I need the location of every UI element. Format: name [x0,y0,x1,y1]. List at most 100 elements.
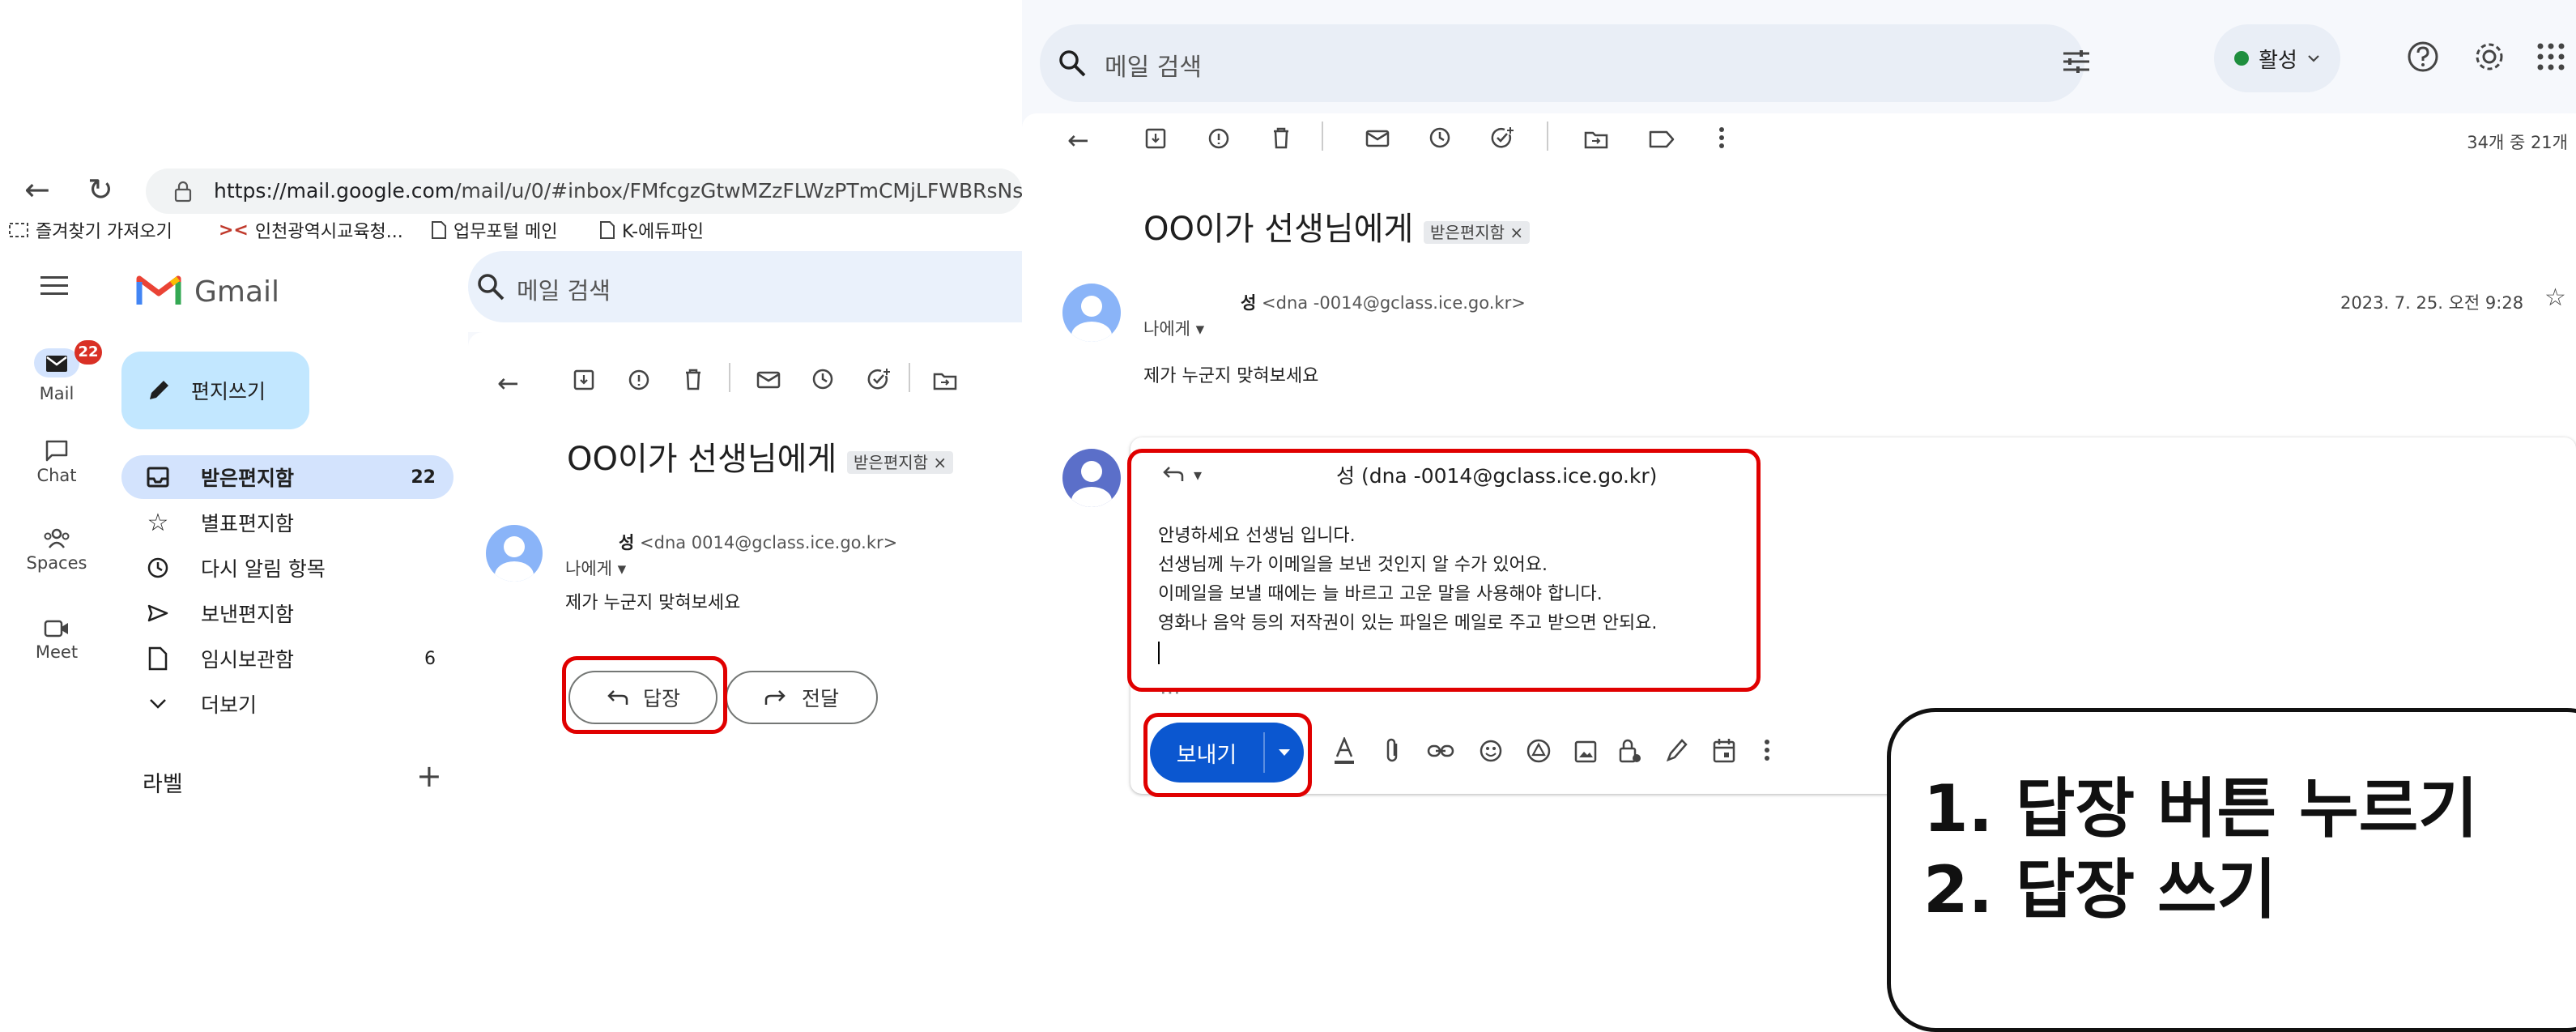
emoji-icon[interactable] [1479,739,1503,763]
forward-button[interactable]: 전달 [726,671,878,724]
star-icon[interactable]: ☆ [2544,284,2566,312]
bookmark-portal[interactable]: 업무포털 메인 [431,217,557,243]
draft-icon [143,646,173,671]
more-icon[interactable] [1718,126,1725,149]
confidential-mode-icon[interactable] [1618,737,1642,765]
toolbar-divider [1547,122,1548,151]
forward-label: 전달 [801,687,839,710]
avatar [1062,284,1121,342]
toolbar-divider [1322,122,1323,151]
move-to-icon[interactable] [933,371,957,390]
add-task-icon[interactable] [1490,126,1514,149]
add-label-button[interactable]: + [416,758,442,794]
help-icon[interactable] [2407,41,2439,73]
hamburger-menu-icon[interactable] [40,275,68,296]
archive-icon[interactable] [1145,128,1166,149]
trash-icon[interactable] [683,368,703,390]
instruction-step-1: 1. 답장 버튼 누르기 [1923,771,2478,846]
email-subject: OO이가 선생님에게 받은편지함 × [567,433,954,480]
toolbar-divider [909,363,910,392]
page-icon [599,220,615,240]
mail-icon [45,355,68,373]
clock-icon [143,557,173,579]
inbox-tag[interactable]: 받은편지함 × [847,450,954,474]
sender-line: 성 <dna 0014@gclass.ice.go.kr> [570,530,897,554]
report-spam-icon[interactable] [628,369,649,390]
label-icon[interactable] [1649,130,1675,149]
search-placeholder: 메일 검색 [1105,53,1202,82]
subject-text: OO이가 선생님에게 [567,441,837,478]
folder-label: 더보기 [201,693,258,717]
snooze-icon[interactable] [811,368,834,390]
mail-icon[interactable] [756,371,781,389]
gmail-logo-text: Gmail [194,275,280,309]
status-selector[interactable]: 활성 [2214,24,2340,92]
search-bar-right[interactable]: 메일 검색 [1040,24,2089,102]
rail-label: Spaces [26,553,87,573]
rail-meet[interactable]: Meet [16,619,97,662]
email-body: 제가 누군지 맞혀보세요 [565,593,741,613]
drive-icon[interactable] [1526,739,1552,763]
folder-label: 별표편지함 [201,512,295,535]
chat-icon [45,439,69,462]
folder-inbox[interactable]: 받은편지함 22 [121,455,453,499]
rail-spaces[interactable]: Spaces [16,528,97,573]
folder-drafts[interactable]: 임시보관함 6 [121,637,453,680]
mail-view-left: ← OO이가 선생님에게 받은편지함 × 성 <dna 0014@gclass.… [468,332,1022,904]
search-icon[interactable] [1058,49,1087,78]
move-to-icon[interactable] [1584,130,1608,149]
rail-label: Meet [35,642,79,662]
compose-button[interactable]: 편지쓰기 [121,352,309,429]
folder-sent[interactable]: 보낸편지함 [121,591,453,635]
apps-grid-icon[interactable] [2536,42,2565,71]
back-arrow-icon[interactable]: ← [24,173,50,206]
photo-icon[interactable] [1574,740,1597,763]
more-options-icon[interactable] [1764,739,1770,761]
sender-address: <dna 0014@gclass.ice.go.kr> [640,533,898,552]
attach-icon[interactable] [1385,737,1401,763]
folder-starred[interactable]: ☆ 별표편지함 [121,501,453,544]
reply-highlight-box [562,656,727,734]
tune-icon[interactable] [2062,47,2091,76]
rail-mail[interactable]: 22 Mail [16,340,102,403]
to-me-dropdown[interactable]: 나에게 ▾ [565,556,626,580]
signature-pen-icon[interactable] [1665,737,1689,763]
spaces-icon [43,528,70,549]
mail-icon[interactable] [1365,130,1390,147]
trash-icon[interactable] [1271,126,1291,149]
folder-count: 6 [424,648,436,669]
schedule-calendar-icon[interactable] [1712,737,1736,763]
snooze-icon[interactable] [1429,126,1451,149]
search-icon[interactable] [476,272,505,301]
link-icon[interactable] [1427,744,1454,758]
inbox-tag[interactable]: 받은편지함 × [1424,220,1531,244]
archive-icon[interactable] [573,369,594,390]
gear-icon[interactable] [2472,39,2507,75]
bookmark-label: 즐겨찾기 가져오기 [36,222,172,242]
folder-label: 받은편지함 [201,467,295,490]
reload-icon[interactable]: ↻ [87,173,113,206]
to-me-dropdown[interactable]: 나에게 ▾ [1143,316,1204,340]
bookmark-incheon[interactable]: >< 인천광역시교육청... [219,217,403,243]
send-button-highlight-box [1143,713,1312,797]
folder-snoozed[interactable]: 다시 알림 항목 [121,546,453,590]
email-subject: OO이가 선생님에게 받은편지함 × [1143,203,1531,249]
search-bar-left[interactable]: 메일 검색 [468,251,1022,322]
bookmark-import[interactable]: 즐겨찾기 가져오기 [8,217,172,243]
sender-name: 성 [619,533,635,552]
folder-more[interactable]: 더보기 [121,682,453,726]
avatar [486,525,543,582]
inbox-icon [143,467,173,488]
address-bar[interactable]: https://mail.google.com/mail/u/0/#inbox/… [146,168,1051,214]
back-arrow-icon[interactable]: ← [497,368,519,399]
video-icon [44,619,70,638]
chevron-down-icon [143,698,173,710]
add-task-icon[interactable] [866,368,891,390]
sender-line: 성 <dna -0014@gclass.ice.go.kr> [1143,290,1526,314]
back-arrow-icon[interactable]: ← [1067,125,1089,156]
gmail-logo-icon[interactable] [136,272,181,306]
format-text-icon[interactable] [1333,737,1356,765]
report-spam-icon[interactable] [1208,128,1229,149]
rail-chat[interactable]: Chat [16,439,97,485]
bookmark-edufine[interactable]: K-에듀파인 [599,217,704,243]
